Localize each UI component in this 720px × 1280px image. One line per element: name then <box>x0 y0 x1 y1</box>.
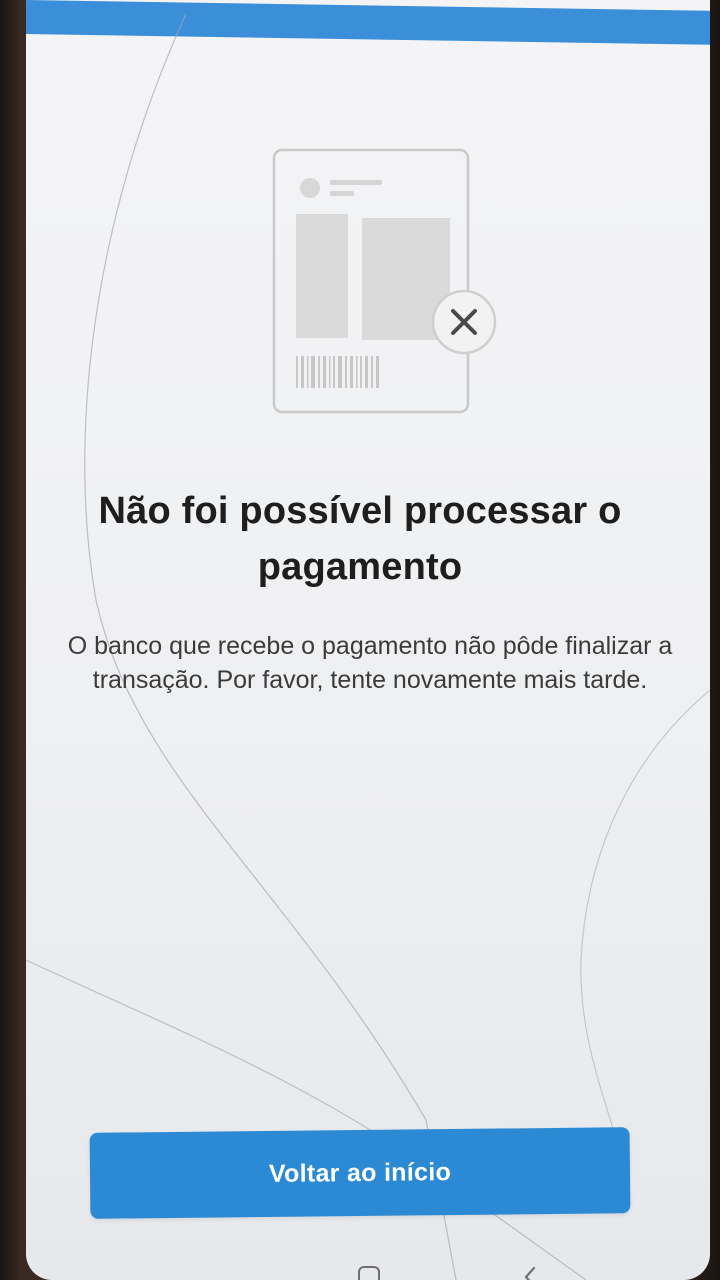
home-nav-icon[interactable] <box>356 1264 382 1280</box>
payment-slip-error-icon <box>272 148 497 414</box>
error-description: O banco que recebe o pagamento não pôde … <box>67 632 673 694</box>
close-icon <box>431 289 497 355</box>
error-title: Não foi possível processar o pagamento <box>98 490 622 589</box>
back-to-home-button[interactable]: Voltar ao início <box>89 1127 631 1219</box>
status-bar <box>26 0 710 45</box>
navigation-bar <box>26 1244 710 1280</box>
phone-device: Não foi possível processar o pagamento O… <box>0 0 720 1280</box>
app-screen: Não foi possível processar o pagamento O… <box>26 0 710 1280</box>
back-nav-icon[interactable] <box>518 1264 544 1280</box>
